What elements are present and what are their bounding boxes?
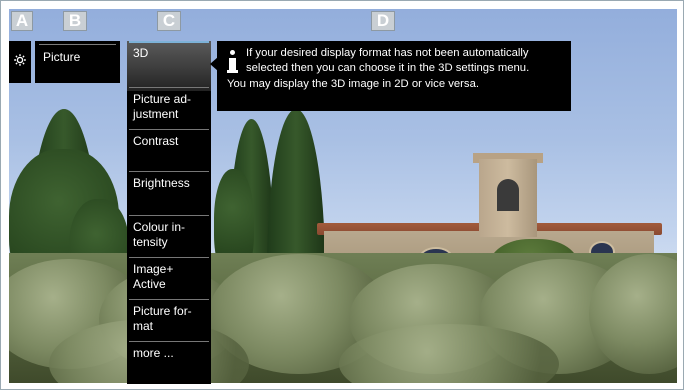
menu-item-picture-adjustment[interactable]: Picture ad- justment xyxy=(127,87,211,129)
callout-label-b: B xyxy=(63,11,87,31)
menu-item-brightness[interactable]: Brightness xyxy=(127,171,211,215)
menu-item-label: Image+ Active xyxy=(133,262,174,291)
menu-item-contrast[interactable]: Contrast xyxy=(127,129,211,171)
gear-icon xyxy=(14,54,26,66)
info-icon xyxy=(227,50,238,76)
menu-item-colour-intensity[interactable]: Colour in- tensity xyxy=(127,215,211,257)
screen-frame: A B C D Picture 3D Picture ad- justment … xyxy=(0,0,684,390)
callout-label-d: D xyxy=(371,11,395,31)
menu-item-label: Contrast xyxy=(133,134,179,148)
info-text-line-1: If your desired display format has not b… xyxy=(246,47,529,59)
callout-label-c: C xyxy=(157,11,181,31)
menu-item-image-active[interactable]: Image+ Active xyxy=(127,257,211,299)
info-text-line-2: selected then you can choose it in the 3… xyxy=(246,62,530,74)
picture-submenu: 3D Picture ad- justment Contrast Brightn… xyxy=(127,41,211,384)
info-text-line-3: You may display the 3D image in 2D or vi… xyxy=(227,78,480,90)
callout-label-a: A xyxy=(11,11,33,31)
menu-item-3d[interactable]: 3D xyxy=(127,41,211,91)
settings-column[interactable] xyxy=(9,41,31,83)
menu-item-label: Colour in- tensity xyxy=(133,220,186,249)
category-panel[interactable]: Picture xyxy=(35,41,120,83)
menu-item-label: Picture ad- justment xyxy=(133,92,192,121)
menu-item-label: more ... xyxy=(133,346,174,360)
menu-item-more[interactable]: more ... xyxy=(127,341,211,384)
category-divider xyxy=(39,44,116,45)
menu-item-label: Brightness xyxy=(133,176,190,190)
menu-item-picture-format[interactable]: Picture for- mat xyxy=(127,299,211,341)
category-label: Picture xyxy=(43,50,81,64)
menu-item-label: Picture for- mat xyxy=(133,304,192,333)
menu-item-label: 3D xyxy=(133,46,149,60)
info-box: If your desired display format has not b… xyxy=(217,41,571,111)
